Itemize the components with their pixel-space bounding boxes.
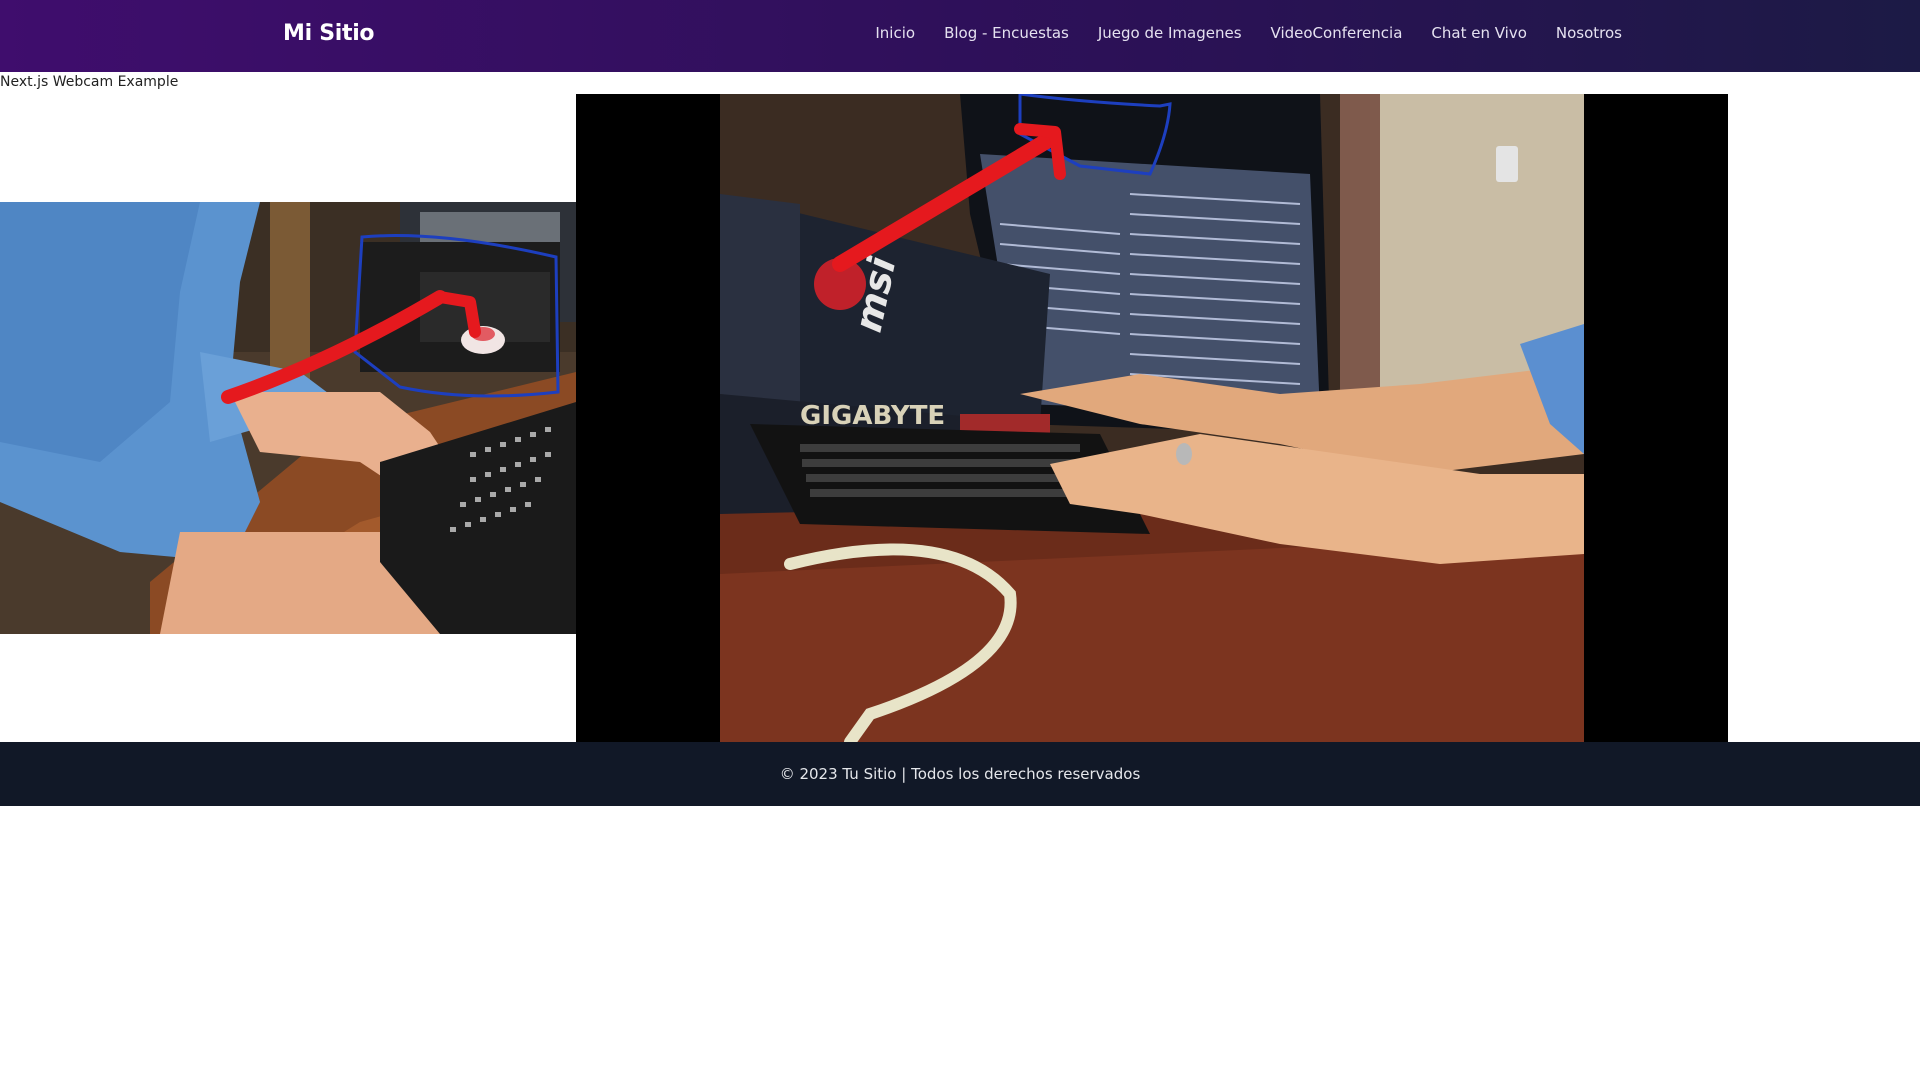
page-heading: Next.js Webcam Example <box>0 74 179 90</box>
nav-link-chat-en-vivo[interactable]: Chat en Vivo <box>1431 24 1526 42</box>
nav-link-nosotros[interactable]: Nosotros <box>1556 24 1622 42</box>
video-stream-player[interactable]: msi GIGABYTE <box>576 94 1728 742</box>
main-nav: Inicio Blog - Encuestas Juego de Imagene… <box>875 24 1622 42</box>
nav-link-juego-de-imagenes[interactable]: Juego de Imagenes <box>1098 24 1242 42</box>
nav-link-videoconferencia[interactable]: VideoConferencia <box>1271 24 1403 42</box>
nav-link-blog-encuestas[interactable]: Blog - Encuestas <box>944 24 1069 42</box>
video-frame-image: msi GIGABYTE <box>720 94 1584 742</box>
site-footer: © 2023 Tu Sitio | Todos los derechos res… <box>0 742 1920 806</box>
site-brand[interactable]: Mi Sitio <box>283 21 375 46</box>
top-navbar: Mi Sitio Inicio Blog - Encuestas Juego d… <box>0 0 1920 72</box>
nav-link-inicio[interactable]: Inicio <box>875 24 915 42</box>
footer-copyright: © 2023 Tu Sitio | Todos los derechos res… <box>779 765 1141 783</box>
video-frame: msi GIGABYTE <box>720 94 1584 742</box>
webcam-preview <box>0 202 576 634</box>
webcam-capture-image <box>0 202 576 634</box>
